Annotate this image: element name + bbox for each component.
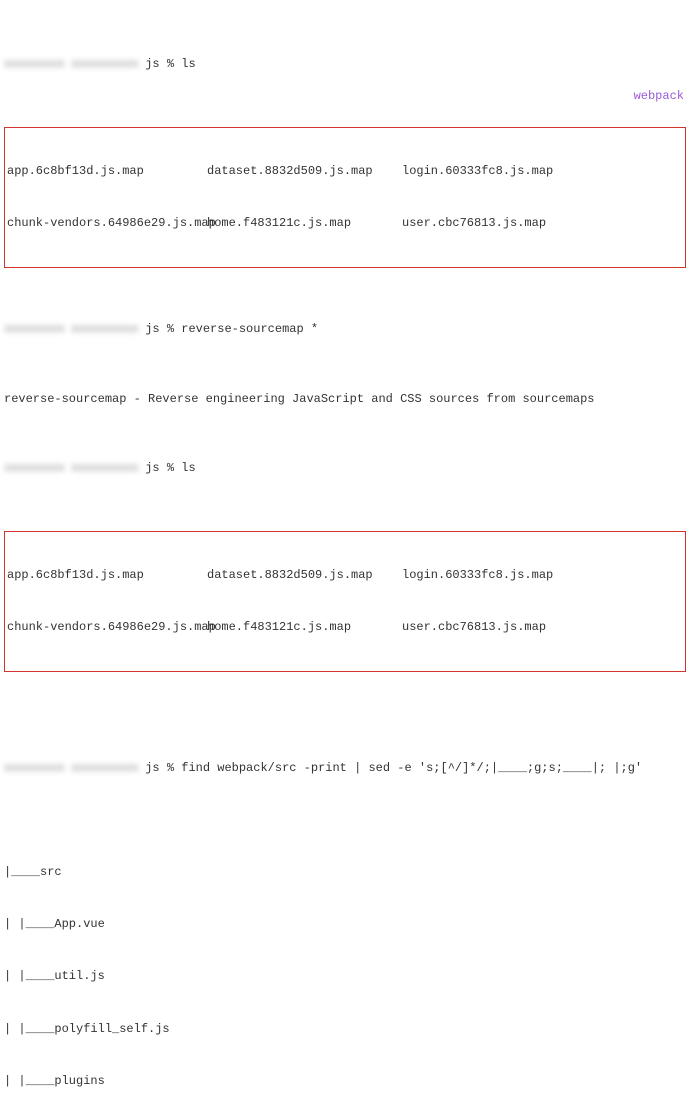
ls-row-1: app.6c8bf13d.js.mapdataset.8832d509.js.m…	[7, 163, 683, 180]
webpack-label: webpack	[634, 88, 684, 105]
cmd-find: find webpack/src -print | sed -e 's;[^/]…	[181, 761, 642, 775]
tree-line: | |____util.js	[4, 968, 686, 985]
cmd-ls-1: ls	[181, 57, 195, 71]
file: login.60333fc8.js.map	[402, 163, 582, 180]
file: home.f483121c.js.map	[207, 619, 402, 636]
prompt-line-1: xxxxxxxxx xxxxxxxxxx js % ls	[4, 56, 686, 73]
ls-output-box-1: app.6c8bf13d.js.mapdataset.8832d509.js.m…	[4, 127, 686, 268]
prompt-line-4: xxxxxxxxx xxxxxxxxxx js % find webpack/s…	[4, 760, 686, 777]
cmd-reverse: reverse-sourcemap *	[181, 322, 318, 336]
ls-output-box-2: app.6c8bf13d.js.mapdataset.8832d509.js.m…	[4, 531, 686, 672]
tree-line: | |____plugins	[4, 1073, 686, 1090]
prompt-line-3: xxxxxxxxx xxxxxxxxxx js % ls	[4, 460, 686, 477]
file: login.60333fc8.js.map	[402, 567, 582, 584]
terminal-output: xxxxxxxxx xxxxxxxxxx js % ls app.6c8bf13…	[4, 4, 686, 1106]
file: home.f483121c.js.map	[207, 215, 402, 232]
prompt-line-2: xxxxxxxxx xxxxxxxxxx js % reverse-source…	[4, 321, 686, 338]
cmd-marker: js %	[138, 761, 181, 775]
file: chunk-vendors.64986e29.js.map	[7, 619, 207, 636]
ls-row-2: chunk-vendors.64986e29.js.maphome.f48312…	[7, 619, 683, 636]
prompt-blur: xxxxxxxxx xxxxxxxxxx	[4, 760, 138, 777]
file: dataset.8832d509.js.map	[207, 163, 402, 180]
ls-row-1: app.6c8bf13d.js.mapdataset.8832d509.js.m…	[7, 567, 683, 584]
file: user.cbc76813.js.map	[402, 215, 582, 232]
ls-row-2: chunk-vendors.64986e29.js.maphome.f48312…	[7, 215, 683, 232]
file: dataset.8832d509.js.map	[207, 567, 402, 584]
cmd-ls-2: ls	[181, 461, 195, 475]
tree-line: | |____App.vue	[4, 916, 686, 933]
prompt-blur: xxxxxxxxx xxxxxxxxxx	[4, 56, 138, 73]
prompt-blur: xxxxxxxxx xxxxxxxxxx	[4, 321, 138, 338]
tree-output: |____src | |____App.vue | |____util.js |…	[4, 829, 686, 1106]
cmd-marker: js %	[138, 322, 181, 336]
tree-line: | |____polyfill_self.js	[4, 1021, 686, 1038]
cmd-marker: js %	[138, 57, 181, 71]
file: app.6c8bf13d.js.map	[7, 163, 207, 180]
reverse-sourcemap-output: reverse-sourcemap - Reverse engineering …	[4, 391, 686, 408]
prompt-blur: xxxxxxxxx xxxxxxxxxx	[4, 460, 138, 477]
file: chunk-vendors.64986e29.js.map	[7, 215, 207, 232]
file: app.6c8bf13d.js.map	[7, 567, 207, 584]
cmd-marker: js %	[138, 461, 181, 475]
file: user.cbc76813.js.map	[402, 619, 582, 636]
tree-line: |____src	[4, 864, 686, 881]
